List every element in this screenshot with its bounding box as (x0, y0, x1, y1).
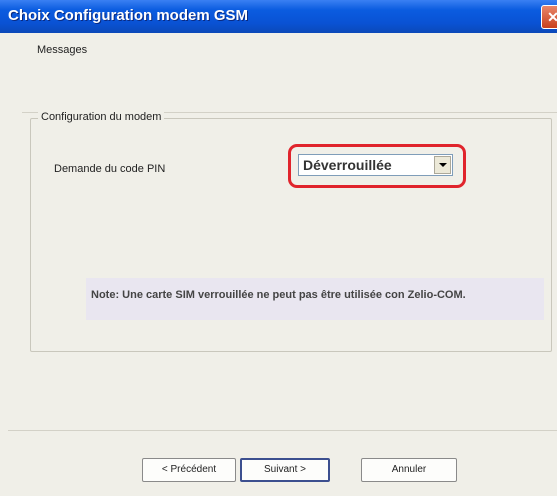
note-text: Note: Une carte SIM verrouillée ne peut … (91, 289, 466, 301)
messages-label: Messages (37, 44, 88, 56)
title-bar[interactable]: Choix Configuration modem GSM ✕ (0, 0, 557, 33)
pin-select-value: Déverrouillée (303, 157, 392, 173)
pin-request-label: Demande du code PIN (54, 163, 166, 175)
previous-button[interactable]: < Précédent (142, 458, 236, 482)
bottom-divider (8, 430, 557, 431)
close-button[interactable]: ✕ (541, 5, 557, 29)
cancel-button[interactable]: Annuler (361, 458, 457, 482)
chevron-down-icon[interactable] (434, 156, 451, 174)
note-box: Note: Une carte SIM verrouillée ne peut … (86, 278, 544, 320)
window-title: Choix Configuration modem GSM (8, 7, 248, 24)
close-icon: ✕ (547, 9, 557, 25)
next-button[interactable]: Suivant > (240, 458, 330, 482)
pin-request-select[interactable]: Déverrouillée (298, 154, 453, 176)
group-legend: Configuration du modem (38, 111, 165, 123)
